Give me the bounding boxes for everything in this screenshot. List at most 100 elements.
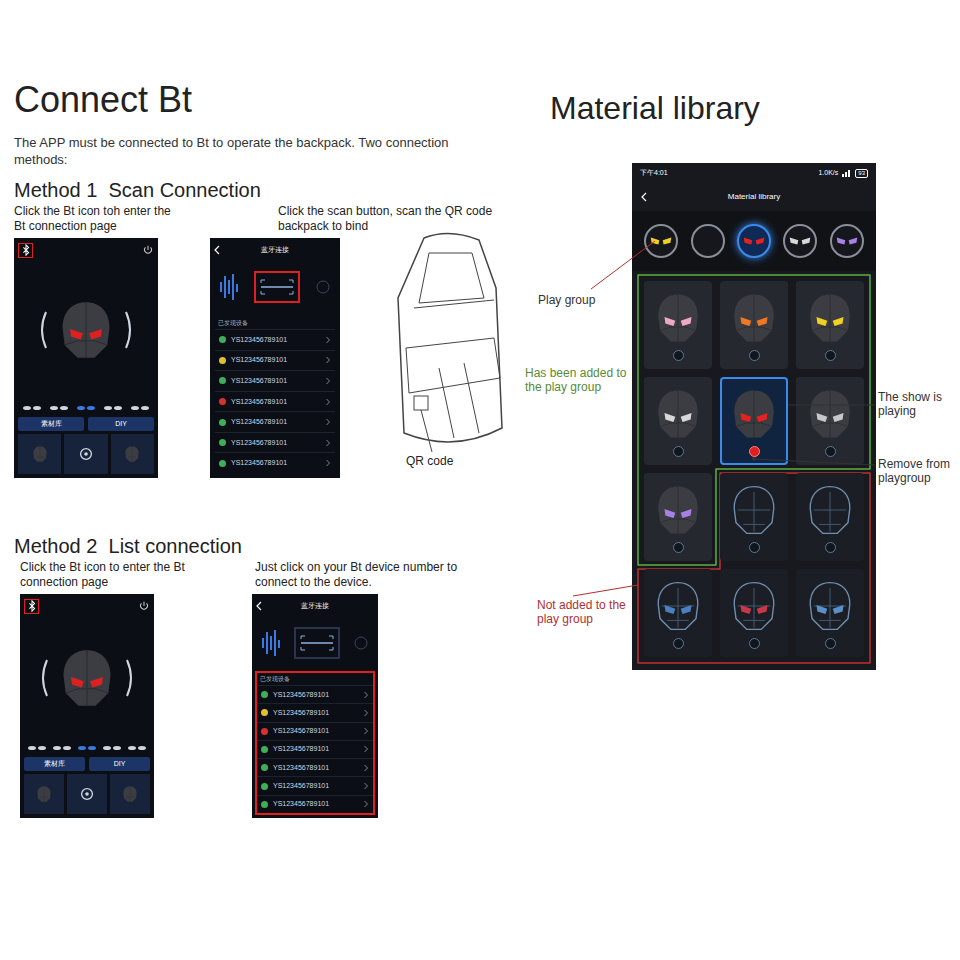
device-row[interactable]: YS123456789101: [257, 703, 373, 721]
callout-label: Play group: [538, 293, 628, 307]
home-button[interactable]: 素材库: [18, 417, 84, 431]
tile-toggle-button[interactable]: [673, 638, 684, 649]
signal-icon: [261, 628, 281, 658]
bluetooth-button[interactable]: [18, 243, 33, 258]
tile-frame: [644, 281, 712, 369]
mask-icon: [31, 445, 49, 463]
play-group-item[interactable]: [644, 224, 678, 258]
arc-icon: [124, 310, 136, 350]
home-button[interactable]: DIY: [89, 757, 150, 771]
material-tile[interactable]: [796, 377, 864, 465]
material-tile[interactable]: [644, 569, 712, 657]
home-button[interactable]: DIY: [88, 417, 154, 431]
section-title: Connect Bt: [14, 80, 525, 120]
tile-frame: [644, 473, 712, 561]
home-tile[interactable]: [111, 434, 154, 474]
device-row[interactable]: YS123456789101: [257, 776, 373, 794]
home-tile[interactable]: [18, 434, 61, 474]
tile-toggle-button[interactable]: [749, 638, 760, 649]
tile-toggle-button[interactable]: [825, 446, 836, 457]
device-row[interactable]: YS123456789101: [257, 795, 373, 813]
method-title: Method 2 List connection: [14, 534, 525, 558]
home-buttons: 素材库 DIY: [24, 757, 150, 771]
material-tile[interactable]: [720, 377, 788, 465]
eyes-icon: [127, 744, 147, 752]
device-row[interactable]: YS123456789101: [257, 740, 373, 758]
material-grid: [634, 271, 874, 667]
scan-button[interactable]: [294, 627, 340, 659]
chevron-icon: [325, 439, 331, 447]
device-row[interactable]: YS123456789101: [215, 391, 335, 412]
home-tiles: [18, 434, 154, 474]
arc-icon: [36, 310, 48, 350]
status-dot: [261, 764, 268, 771]
material-tile[interactable]: [796, 473, 864, 561]
light-icon: [78, 785, 96, 803]
callout-label: Remove from playgroup: [878, 457, 958, 485]
play-group-item[interactable]: [783, 224, 817, 258]
device-list: 已发现设备YS123456789101YS123456789101YS12345…: [213, 315, 337, 475]
tile-toggle-button[interactable]: [673, 446, 684, 457]
step-text: Click the Bt icon to enter the Bt connec…: [20, 560, 225, 590]
status-dot: [219, 460, 226, 467]
status-dot: [219, 377, 226, 384]
material-tile[interactable]: [720, 281, 788, 369]
back-icon: [640, 192, 648, 202]
home-tile[interactable]: [110, 774, 150, 814]
scan-area: [255, 615, 375, 671]
home-tile[interactable]: [24, 774, 64, 814]
tile-toggle-button[interactable]: [749, 350, 760, 361]
home-top-bar: [18, 242, 154, 258]
material-tile[interactable]: [644, 377, 712, 465]
device-row[interactable]: YS123456789101: [215, 350, 335, 371]
home-tiles: [24, 774, 150, 814]
device-row[interactable]: YS123456789101: [215, 329, 335, 350]
material-tile[interactable]: [796, 281, 864, 369]
step-column: Click the scan button, scan the QR code …: [210, 204, 520, 478]
eyes-icon: [52, 744, 72, 752]
device-id: YS123456789101: [231, 418, 320, 426]
device-row[interactable]: YS123456789101: [215, 432, 335, 453]
scan-button[interactable]: [254, 271, 300, 303]
eyes-row: [18, 402, 154, 414]
chevron-icon: [363, 782, 369, 790]
bluetooth-button[interactable]: [24, 599, 39, 614]
material-tile[interactable]: [720, 569, 788, 657]
device-row[interactable]: YS123456789101: [215, 370, 335, 391]
play-group-item[interactable]: [830, 224, 864, 258]
tile-toggle-button[interactable]: [749, 542, 760, 553]
status-dot: [261, 783, 268, 790]
tile-toggle-button[interactable]: [825, 542, 836, 553]
tile-toggle-button[interactable]: [825, 350, 836, 361]
tile-toggle-button[interactable]: [825, 638, 836, 649]
device-row[interactable]: YS123456789101: [215, 411, 335, 432]
material-tile[interactable]: [720, 473, 788, 561]
arc-icon: [37, 658, 49, 698]
signal-icon: [842, 169, 851, 177]
chevron-icon: [325, 398, 331, 406]
material-tile[interactable]: [796, 569, 864, 657]
device-row[interactable]: YS123456789101: [257, 758, 373, 776]
remove-button[interactable]: [749, 446, 760, 457]
status-dot: [219, 398, 226, 405]
tile-toggle-button[interactable]: [673, 350, 684, 361]
device-row[interactable]: YS123456789101: [215, 452, 335, 473]
home-button-label: DIY: [115, 420, 127, 428]
home-tile[interactable]: [64, 434, 107, 474]
backpack-icon: [384, 228, 514, 454]
eyes-icon: [835, 234, 859, 248]
tile-toggle-button[interactable]: [673, 542, 684, 553]
home-button[interactable]: 素材库: [24, 757, 85, 771]
mask-icon: [727, 577, 781, 635]
back-button[interactable]: [640, 192, 652, 202]
material-library-section: Material library下午4:011.0K/s93Material l…: [525, 0, 960, 960]
play-group-item[interactable]: [737, 224, 771, 258]
material-tile[interactable]: [644, 473, 712, 561]
mask-preview: [18, 261, 154, 399]
power-icon: [142, 244, 154, 256]
device-row[interactable]: YS123456789101: [257, 722, 373, 740]
play-group-item[interactable]: [691, 224, 725, 258]
home-tile[interactable]: [67, 774, 107, 814]
material-tile[interactable]: [644, 281, 712, 369]
device-row[interactable]: YS123456789101: [257, 685, 373, 703]
